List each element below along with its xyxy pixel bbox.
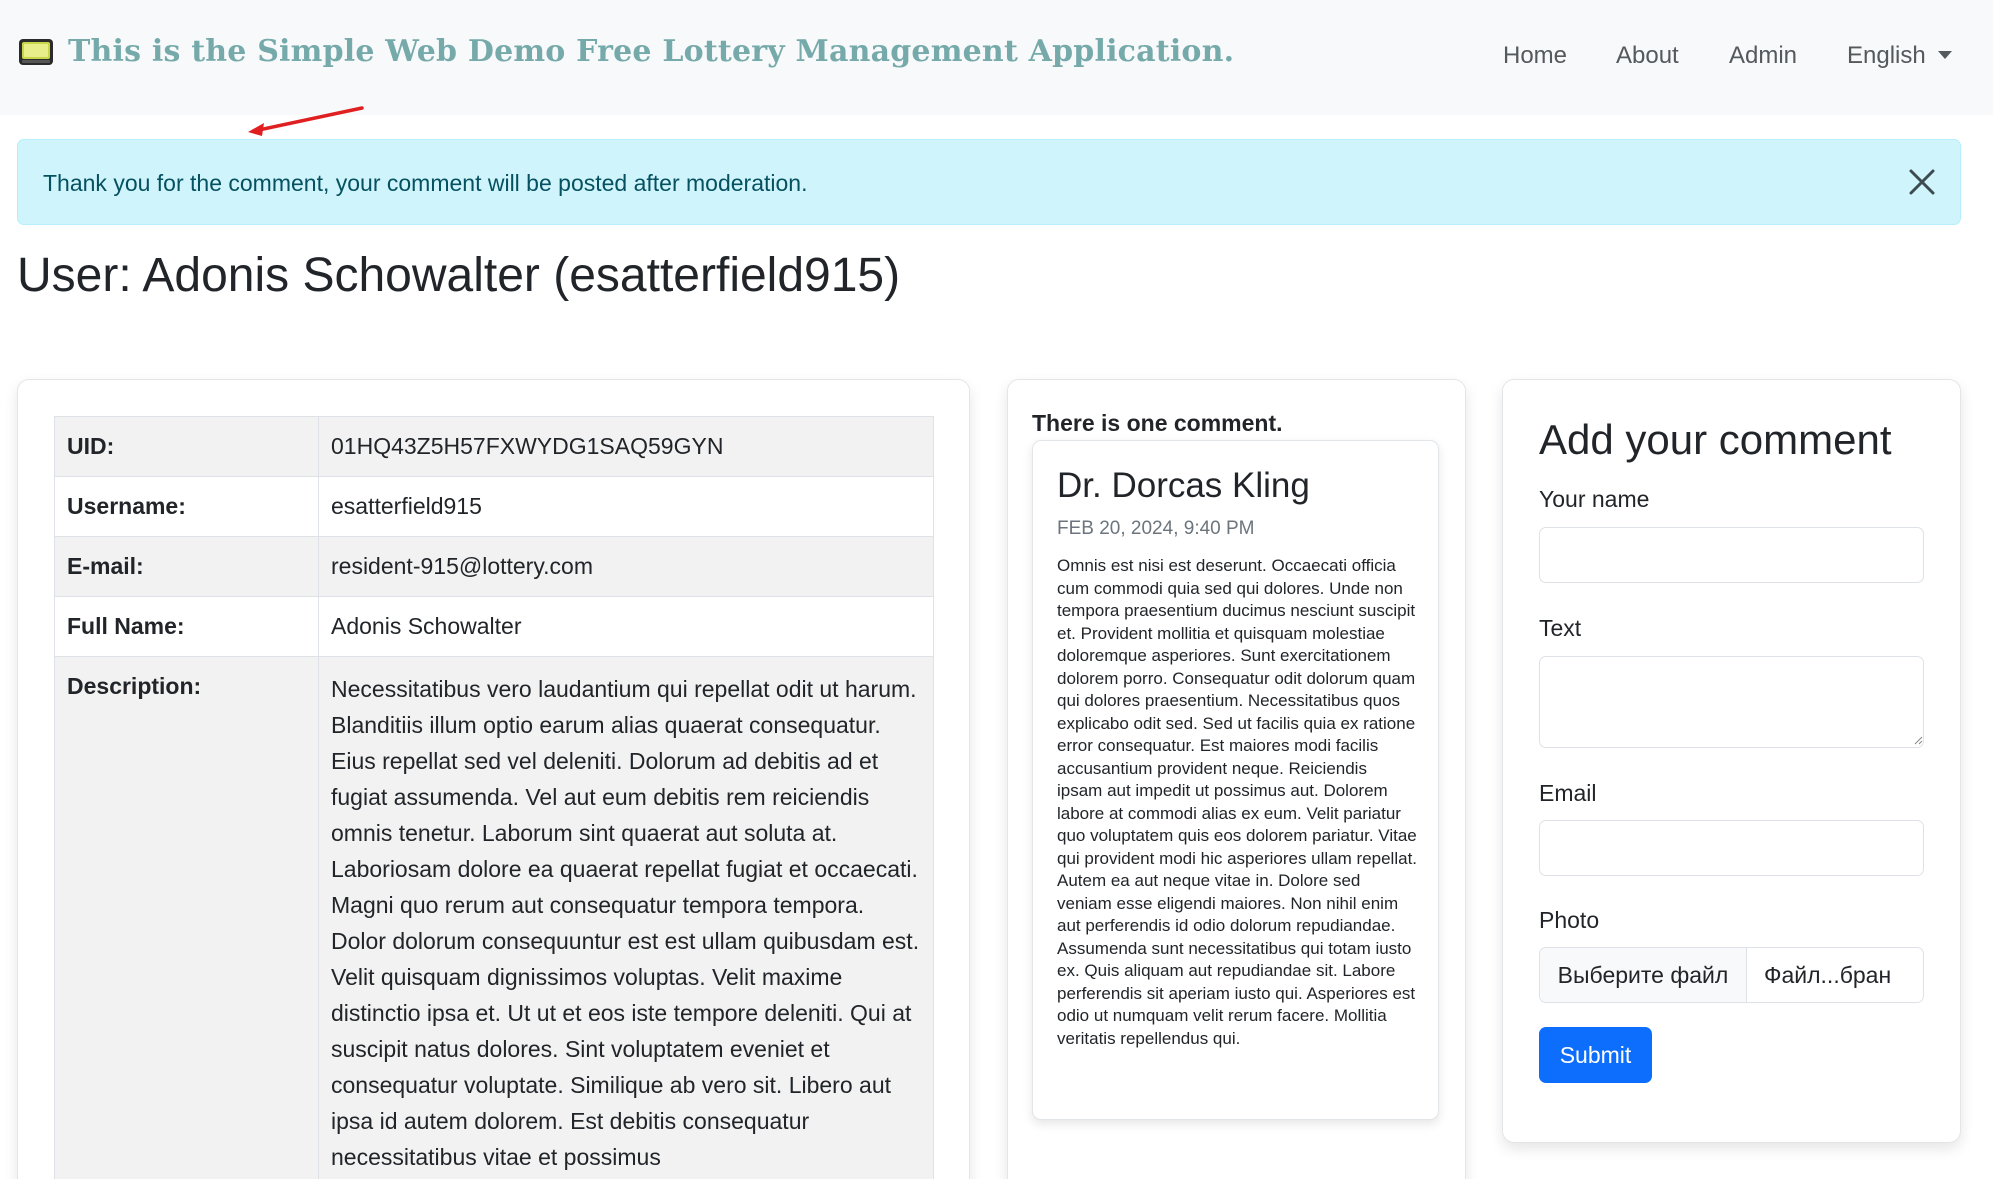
comment-date: FEB 20, 2024, 9:40 PM <box>1057 518 1255 539</box>
table-row: UID: 01HQ43Z5H57FXWYDG1SAQ59GYN <box>54 416 934 477</box>
success-alert: Thank you for the comment, your comment … <box>17 139 1961 225</box>
brand[interactable]: This is the Simple Web Demo Free Lottery… <box>18 34 1234 69</box>
navbar: This is the Simple Web Demo Free Lottery… <box>0 0 1993 115</box>
description-label: Description: <box>54 656 319 1179</box>
full-name-label: Full Name: <box>54 596 319 657</box>
description-value: Necessitatibus vero laudantium qui repel… <box>318 656 934 1179</box>
email-label: Email <box>1539 780 1597 806</box>
alert-message: Thank you for the comment, your comment … <box>43 170 808 196</box>
annotation-arrow-icon <box>248 106 364 136</box>
text-label: Text <box>1539 615 1582 641</box>
email-input[interactable] <box>1539 820 1924 876</box>
email-label: E-mail: <box>54 536 319 597</box>
full-name-value: Adonis Schowalter <box>318 596 934 657</box>
page-title: User: Adonis Schowalter (esatterfield915… <box>17 249 901 302</box>
name-label: Your name <box>1539 486 1650 512</box>
table-row: Full Name: Adonis Schowalter <box>54 596 934 657</box>
table-row: Username: esatterfield915 <box>54 476 934 537</box>
text-textarea[interactable] <box>1539 656 1924 748</box>
caret-down-icon <box>1937 50 1952 59</box>
user-info-table: UID: 01HQ43Z5H57FXWYDG1SAQ59GYN Username… <box>54 416 934 1179</box>
comments-count: There is one comment. <box>1032 410 1283 436</box>
resize-grip-icon[interactable] <box>1913 735 1923 745</box>
table-row: E-mail: resident-915@lottery.com <box>54 536 934 597</box>
language-dropdown[interactable]: English <box>1847 42 1952 70</box>
form-title: Add your comment <box>1539 416 1892 463</box>
uid-value: 01HQ43Z5H57FXWYDG1SAQ59GYN <box>318 416 934 477</box>
photo-file-input[interactable]: Выберите файл Файл...бран <box>1539 947 1924 1003</box>
comment-item: Dr. Dorcas Kling FEB 20, 2024, 9:40 PM O… <box>1032 440 1439 1120</box>
uid-label: UID: <box>54 416 319 477</box>
username-label: Username: <box>54 476 319 537</box>
lottery-machine-icon <box>19 38 53 65</box>
comments-card: There is one comment. Dr. Dorcas Kling F… <box>1007 379 1466 1179</box>
photo-label: Photo <box>1539 907 1600 933</box>
brand-title[interactable]: This is the Simple Web Demo Free Lottery… <box>68 34 1234 69</box>
comment-author: Dr. Dorcas Kling <box>1057 466 1310 505</box>
choose-file-button[interactable]: Выберите файл <box>1540 948 1747 1002</box>
email-value: resident-915@lottery.com <box>318 536 934 597</box>
username-value: esatterfield915 <box>318 476 934 537</box>
user-info-card: UID: 01HQ43Z5H57FXWYDG1SAQ59GYN Username… <box>17 379 970 1179</box>
table-row: Description: Necessitatibus vero laudant… <box>54 656 934 1179</box>
file-name-text: Файл...бран <box>1764 961 1892 988</box>
nav-about-link[interactable]: About <box>1616 42 1679 70</box>
comment-text: Omnis est nisi est deserunt. Occaecati o… <box>1057 556 1418 1048</box>
close-icon[interactable] <box>1906 166 1938 198</box>
language-label: English <box>1847 42 1926 69</box>
submit-button[interactable]: Submit <box>1539 1027 1652 1083</box>
comment-form-card: Add your comment Your name Text Email Ph… <box>1502 379 1961 1143</box>
name-input[interactable] <box>1539 527 1924 583</box>
nav-admin-link[interactable]: Admin <box>1729 42 1797 70</box>
nav-home-link[interactable]: Home <box>1503 42 1567 70</box>
